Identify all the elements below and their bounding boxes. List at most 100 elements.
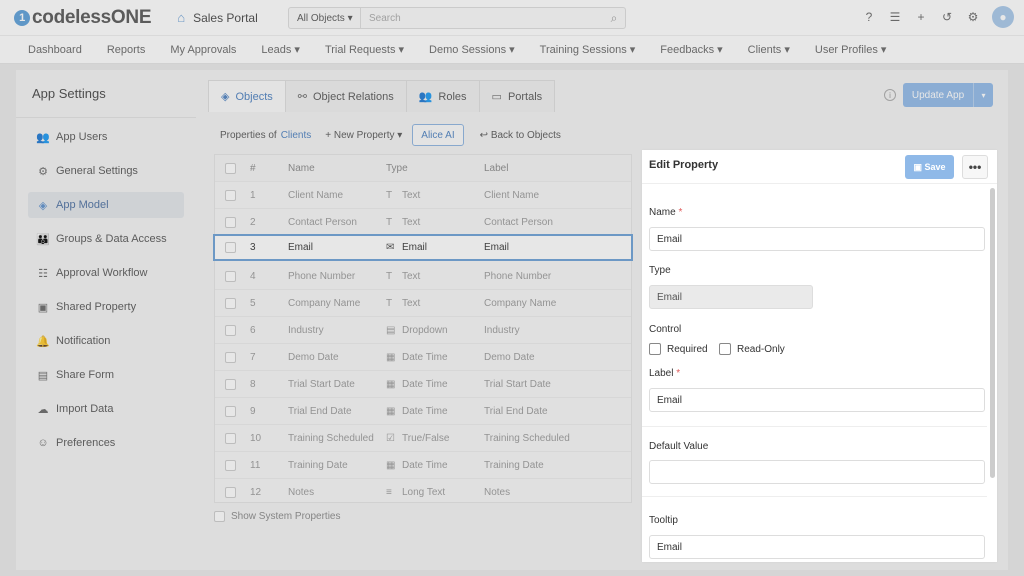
row-checkbox[interactable] [225,378,236,390]
info-icon[interactable]: i [884,89,896,101]
avatar[interactable]: ● [992,6,1014,28]
nav-training-sessions[interactable]: Training Sessions ▾ [540,43,636,56]
show-system-properties[interactable]: Show System Properties [214,511,341,522]
table-row[interactable]: 4 Phone Number T Text Phone Number [215,263,631,290]
divider [642,496,987,497]
checkbox[interactable] [719,343,731,355]
help-icon[interactable]: ? [862,10,876,24]
new-property-button[interactable]: + New Property ▾ [325,130,402,141]
nav-demo-sessions[interactable]: Demo Sessions ▾ [429,43,515,56]
sidebar-item-preferences[interactable]: ☺ Preferences [28,430,184,456]
nav-feedbacks[interactable]: Feedbacks ▾ [660,43,722,56]
row-checkbox[interactable] [225,216,236,228]
header-name[interactable]: Name [288,163,386,174]
table-row[interactable]: 2 Contact Person T Text Contact Person [215,209,631,236]
required-checkbox[interactable]: Required [649,343,708,355]
sidebar-item-app-users[interactable]: 👥 App Users [28,124,184,150]
tooltip-field[interactable]: Email [649,535,985,559]
show-system-label: Show System Properties [231,511,341,522]
tab-roles[interactable]: 👥 Roles [405,80,480,112]
sidebar-item-app-model[interactable]: ◈ App Model [28,192,184,218]
row-num: 3 [250,242,256,253]
row-checkbox[interactable] [225,459,236,471]
default-value-field[interactable] [649,460,985,484]
alice-ai-button[interactable]: Alice AI [412,124,464,146]
tab-object-relations[interactable]: ⚯ Object Relations [284,80,407,112]
table-row[interactable]: 5 Company Name T Text Company Name [215,290,631,317]
checkbox[interactable] [649,343,661,355]
tab-objects[interactable]: ◈ Objects [208,80,286,112]
sidebar-item-groups-data-access[interactable]: 👪 Groups & Data Access [28,226,184,252]
sidebar-item-share-form[interactable]: ▤ Share Form [28,362,184,388]
table-row[interactable]: 12 Notes ≡ Long Text Notes [215,479,631,506]
header-label[interactable]: Label [484,163,631,174]
portal-switcher[interactable]: ⌂ Sales Portal [177,10,258,25]
app-logo[interactable]: 1 codelessONE [14,7,152,29]
chevron-down-icon[interactable]: ▾ [973,83,993,107]
search-icon[interactable]: ⌕ [603,11,625,26]
nav-dashboard[interactable]: Dashboard [28,44,82,56]
sidebar-item-shared-property[interactable]: ▣ Shared Property [28,294,184,320]
add-user-icon[interactable]: + [914,10,928,24]
row-type-label: Dropdown [402,324,448,336]
row-checkbox[interactable] [225,324,236,336]
tab-portals[interactable]: ▭ Portals [478,80,556,112]
table-row[interactable]: 11 Training Date ▦ Date Time Training Dat… [215,452,631,479]
nav-clients[interactable]: Clients ▾ [748,43,790,56]
row-name: Training Scheduled [288,432,374,444]
monitor-icon: ▭ [491,91,502,103]
nav-leads[interactable]: Leads ▾ [261,43,300,56]
more-options-button[interactable]: ••• [962,155,988,179]
history-icon[interactable]: ↺ [940,10,954,24]
row-num: 11 [250,459,261,471]
table-row[interactable]: 9 Trial End Date ▦ Date Time Trial End Da… [215,398,631,425]
row-checkbox[interactable] [225,297,236,309]
gear-icon[interactable]: ⚙ [966,10,980,24]
select-all-checkbox[interactable] [225,162,236,174]
row-type: ▦ Date Time [386,379,484,390]
table-row[interactable]: 6 Industry ▤ Dropdown Industry [215,317,631,344]
row-checkbox[interactable] [225,189,236,201]
row-label: Trial End Date [484,405,548,417]
row-checkbox[interactable] [225,270,236,282]
read-only-checkbox[interactable]: Read-Only [719,343,785,355]
row-type: ▦ Date Time [386,406,484,417]
table-row[interactable]: 10 Training Scheduled ☑ True/False Traini… [215,425,631,452]
search-scope-select[interactable]: All Objects ▾ [289,8,361,28]
search-input[interactable]: Search [361,13,603,24]
nav-user-profiles[interactable]: User Profiles ▾ [815,43,887,56]
update-app-button[interactable]: Update App ▾ [903,83,993,107]
back-to-objects-button[interactable]: ↩ Back to Objects [480,130,561,141]
building-icon: ⌂ [177,10,186,25]
row-checkbox[interactable] [225,432,236,444]
row-checkbox[interactable] [225,487,236,498]
table-row[interactable]: 8 Trial Start Date ▦ Date Time Trial Star… [215,371,631,398]
required-asterisk: * [678,207,683,218]
header-type[interactable]: Type [386,163,484,174]
portal-name: Sales Portal [193,10,258,25]
nav-my-approvals[interactable]: My Approvals [170,44,236,56]
show-system-checkbox[interactable] [214,511,225,522]
row-checkbox[interactable] [225,242,236,253]
sidebar-item-general-settings[interactable]: ⚙ General Settings [28,158,184,184]
row-checkbox[interactable] [225,405,236,417]
nav-trial-requests[interactable]: Trial Requests ▾ [325,43,404,56]
sidebar-item-import-data[interactable]: ☁ Import Data [28,396,184,422]
label-field[interactable]: Email [649,388,985,412]
name-label-text: Name [649,207,676,218]
nav-reports[interactable]: Reports [107,44,146,56]
row-checkbox[interactable] [225,351,236,363]
sidebar-item-approval-workflow[interactable]: ☷ Approval Workflow [28,260,184,286]
object-link[interactable]: Clients [281,130,312,141]
table-row-selected[interactable]: 3 Email ✉ Email Email [213,234,633,261]
sidebar-item-notification[interactable]: 🔔 Notification [28,328,184,354]
database-icon[interactable]: ☰ [888,10,902,24]
row-type-label: Date Time [402,459,448,471]
row-type: ▦ Date Time [386,460,484,471]
scrollbar[interactable] [990,188,995,478]
table-row[interactable]: 7 Demo Date ▦ Date Time Demo Date [215,344,631,371]
table-row[interactable]: 1 Client Name T Text Client Name [215,182,631,209]
header-num: # [250,162,256,174]
name-field[interactable]: Email [649,227,985,251]
save-button[interactable]: ▣ Save [905,155,954,179]
